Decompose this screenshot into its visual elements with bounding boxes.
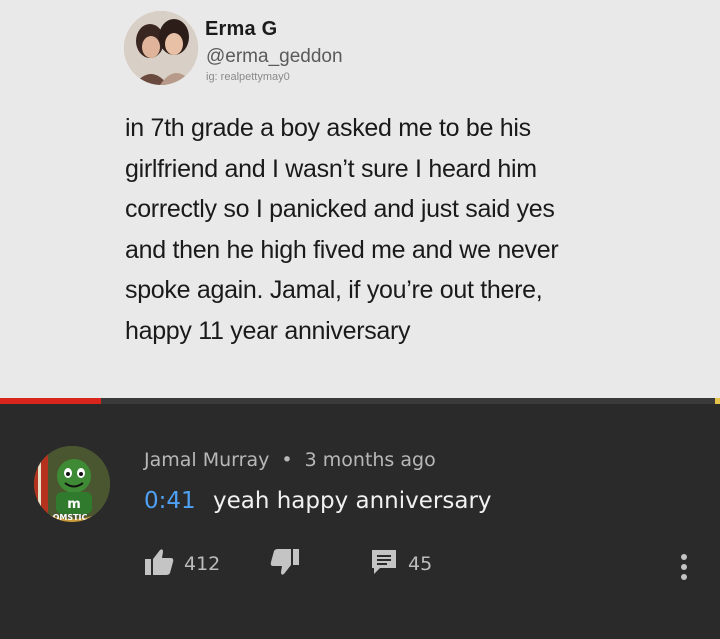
like-count: 412 bbox=[184, 553, 221, 575]
tweet-text: in 7th grade a boy asked me to be his gi… bbox=[125, 108, 645, 351]
tweet-line: happy 11 year anniversary bbox=[125, 316, 411, 345]
avatar-text: OMSTIC bbox=[53, 513, 88, 522]
comment-body: 0:41 yeah happy anniversary bbox=[144, 488, 492, 514]
video-frame[interactable]: Erma G @erma_geddon ig: realpettymay0 in… bbox=[0, 0, 720, 398]
reply-count: 45 bbox=[408, 553, 433, 575]
comment-time: 3 months ago bbox=[304, 449, 436, 471]
timestamp-link[interactable]: 0:41 bbox=[144, 488, 196, 514]
comment-author[interactable]: Jamal Murray bbox=[144, 449, 269, 471]
commenter-avatar[interactable]: m OMSTIC bbox=[34, 446, 110, 522]
comment-icon bbox=[370, 548, 398, 580]
comment-header: Jamal Murray • 3 months ago bbox=[144, 449, 436, 471]
tweet-line: girlfriend and I wasn’t sure I heard him bbox=[125, 154, 537, 183]
more-vertical-icon bbox=[674, 554, 694, 587]
thumbs-up-icon bbox=[144, 548, 174, 580]
header-separator: • bbox=[281, 449, 293, 471]
tweet-line: in 7th grade a boy asked me to be his bbox=[125, 114, 531, 142]
more-options-button[interactable] bbox=[674, 551, 694, 583]
tweet-line: correctly so I panicked and just said ye… bbox=[125, 195, 555, 223]
comment-text: yeah happy anniversary bbox=[212, 488, 492, 514]
svg-text:m: m bbox=[67, 497, 81, 512]
thumbs-down-icon bbox=[270, 548, 300, 580]
like-button[interactable]: 412 bbox=[144, 548, 220, 580]
author-instagram: ig: realpettymay0 bbox=[206, 71, 290, 83]
dislike-button[interactable] bbox=[270, 548, 300, 580]
tweet-line: spoke again. Jamal, if you’re out there, bbox=[125, 276, 543, 304]
comment: m OMSTIC Jamal Murray • 3 months ago 0:4… bbox=[0, 404, 720, 639]
author-avatar bbox=[124, 11, 198, 85]
reply-button[interactable]: 45 bbox=[370, 548, 432, 580]
author-name: Erma G bbox=[205, 18, 278, 40]
tweet-line: and then he high fived me and we never bbox=[125, 235, 559, 264]
author-handle: @erma_geddon bbox=[206, 46, 343, 67]
